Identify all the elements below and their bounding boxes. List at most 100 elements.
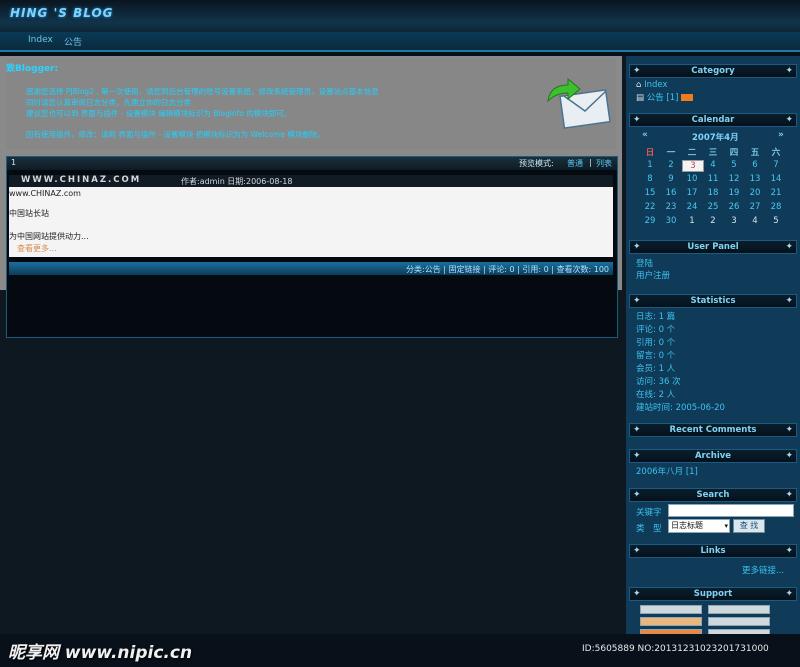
category-item-notice[interactable]: ▤ 公告 [1] (636, 91, 694, 103)
announcement-line: 建议您也可以到 界面与插件 - 设置模块 编辑模块标识为 BlogInfo 的模… (26, 109, 292, 118)
calendar-day[interactable]: 19 (724, 188, 744, 198)
archive-title: Archive (694, 451, 732, 461)
category-item-index[interactable]: ⌂ Index (636, 80, 668, 90)
calendar-weekday: 六 (771, 148, 781, 158)
calendar-day[interactable]: 15 (640, 188, 660, 198)
calendar-today[interactable]: 3 (682, 160, 704, 172)
keyword-label: 关键字 (636, 508, 662, 518)
calendar-day[interactable]: 14 (766, 174, 786, 184)
recent-comments-title: Recent Comments (669, 425, 757, 435)
watermark-id: ID:5605889 NO:20131231023201731000 (582, 644, 769, 654)
css-badge-icon[interactable] (708, 605, 770, 614)
search-type-label: 类 型 (636, 524, 662, 534)
sidebar: ✦ Category ✦ ⌂ Index ▤ 公告 [1] ✦ Calendar ✦ «… (626, 56, 800, 667)
links-title: Links (700, 546, 726, 556)
announcement-box: 致Blogger: 感谢您选择 PJBlog2 , 第一次使用，请您到后台管理的… (6, 59, 616, 149)
home-icon: ⌂ (636, 80, 642, 90)
post-toolbar: 1 预览模式: 普通 | 列表 (7, 157, 617, 170)
calendar-day[interactable]: 26 (724, 202, 744, 212)
post-header: WWW.CHINAZ.COM 作者:admin 日期:2006-08-18 (9, 175, 613, 187)
rss-icon[interactable] (681, 94, 694, 101)
calendar-day[interactable]: 4 (745, 216, 765, 226)
site-title[interactable]: HING 'S BLOG (10, 6, 114, 20)
search-type-value: 日志标题 (671, 521, 703, 530)
calendar-day[interactable]: 24 (682, 202, 702, 212)
calendar-next-icon[interactable]: » (778, 130, 784, 140)
view-mode-normal[interactable]: 普通 (567, 158, 583, 169)
calendar-day[interactable]: 7 (766, 160, 786, 170)
calendar-weekday: 五 (750, 148, 760, 158)
calendar-day[interactable]: 18 (703, 188, 723, 198)
links-header: ✦ Links ✦ (629, 544, 797, 558)
archive-item[interactable]: 2006年八月 [1] (636, 465, 698, 477)
chevron-down-icon: ▾ (724, 522, 728, 530)
calendar-prev-icon[interactable]: « (642, 130, 648, 140)
calendar-day[interactable]: 5 (724, 160, 744, 170)
statistics-title: Statistics (690, 296, 736, 306)
calendar-month: 2007年4月 (692, 133, 739, 143)
nav-bar: Index 公告 (0, 32, 800, 52)
stat-item: 评论: 0 个 (636, 325, 676, 335)
stat-item: 会员: 1 人 (636, 364, 676, 374)
stat-item: 访问: 36 次 (636, 377, 681, 387)
calendar-day[interactable]: 29 (640, 216, 660, 226)
calendar-day[interactable]: 3 (724, 216, 744, 226)
search-type-select[interactable]: 日志标题 ▾ (668, 519, 730, 533)
user-panel-header: ✦ User Panel ✦ (629, 240, 797, 254)
support-header: ✦ Support ✦ (629, 587, 797, 601)
announcement-line: 同时请您认真审阅日志分类，先建立你的日志分类 (26, 98, 191, 107)
calendar-day[interactable]: 12 (724, 174, 744, 184)
calendar-day[interactable]: 2 (661, 160, 681, 170)
calendar-day[interactable]: 23 (661, 202, 681, 212)
more-links-link[interactable]: 更多链接... (742, 564, 784, 576)
login-link[interactable]: 登陆 (636, 257, 653, 269)
announcement-line: 感谢您选择 PJBlog2 , 第一次使用，请您到后台管理的账号设置系统，修改系… (26, 87, 379, 96)
calendar-day[interactable]: 28 (766, 202, 786, 212)
site-header: HING 'S BLOG (0, 0, 800, 32)
register-link[interactable]: 用户注册 (636, 269, 670, 281)
calendar-day[interactable]: 1 (682, 216, 702, 226)
calendar-day[interactable]: 9 (661, 174, 681, 184)
calendar-day[interactable]: 21 (766, 188, 786, 198)
calendar-day[interactable]: 30 (661, 216, 681, 226)
calendar-title: Calendar (691, 115, 735, 125)
atom-badge-icon[interactable] (708, 617, 770, 626)
page-number[interactable]: 1 (11, 158, 16, 167)
nav-notice-link[interactable]: 公告 (64, 35, 82, 48)
calendar-day[interactable]: 16 (661, 188, 681, 198)
calendar-day[interactable]: 1 (640, 160, 660, 170)
calendar-day[interactable]: 6 (745, 160, 765, 170)
search-input[interactable] (668, 504, 794, 517)
calendar-day[interactable]: 5 (766, 216, 786, 226)
statistics-header: ✦ Statistics ✦ (629, 294, 797, 308)
post-footer-info[interactable]: 分类:公告 | 固定链接 | 评论: 0 | 引用: 0 | 查看次数: 100 (406, 264, 609, 275)
watermark-logo: 昵享网 www.nipic.cn (8, 643, 193, 663)
search-title: Search (696, 490, 730, 500)
nav-index-link[interactable]: Index (28, 35, 53, 45)
calendar-day[interactable]: 11 (703, 174, 723, 184)
calendar-weekday: 四 (729, 148, 739, 158)
stat-item: 建站时间: 2005-06-20 (636, 403, 725, 413)
view-mode-list[interactable]: 列表 (596, 158, 612, 169)
user-panel-title: User Panel (687, 242, 739, 252)
calendar-day[interactable]: 17 (682, 188, 702, 198)
calendar-weekday: 三 (708, 148, 718, 158)
xhtml-badge-icon[interactable] (640, 605, 702, 614)
post-title[interactable]: WWW.CHINAZ.COM (21, 175, 141, 185)
archive-header: ✦ Archive ✦ (629, 449, 797, 463)
calendar-day[interactable]: 20 (745, 188, 765, 198)
calendar-day[interactable]: 4 (703, 160, 723, 170)
search-button[interactable]: 查 找 (733, 519, 765, 533)
read-more-link[interactable]: 查看更多... (17, 243, 57, 254)
calendar-day[interactable]: 13 (745, 174, 765, 184)
view-mode-label: 预览模式: (519, 159, 554, 168)
calendar-day[interactable]: 8 (640, 174, 660, 184)
calendar-day[interactable]: 22 (640, 202, 660, 212)
calendar-day[interactable]: 10 (682, 174, 702, 184)
post-body-line: www.CHINAZ.com (9, 189, 81, 198)
calendar-day[interactable]: 27 (745, 202, 765, 212)
calendar-day[interactable]: 2 (703, 216, 723, 226)
calendar-day[interactable]: 25 (703, 202, 723, 212)
rss-badge-icon[interactable] (640, 617, 702, 626)
post-meta: 作者:admin 日期:2006-08-18 (181, 177, 293, 186)
